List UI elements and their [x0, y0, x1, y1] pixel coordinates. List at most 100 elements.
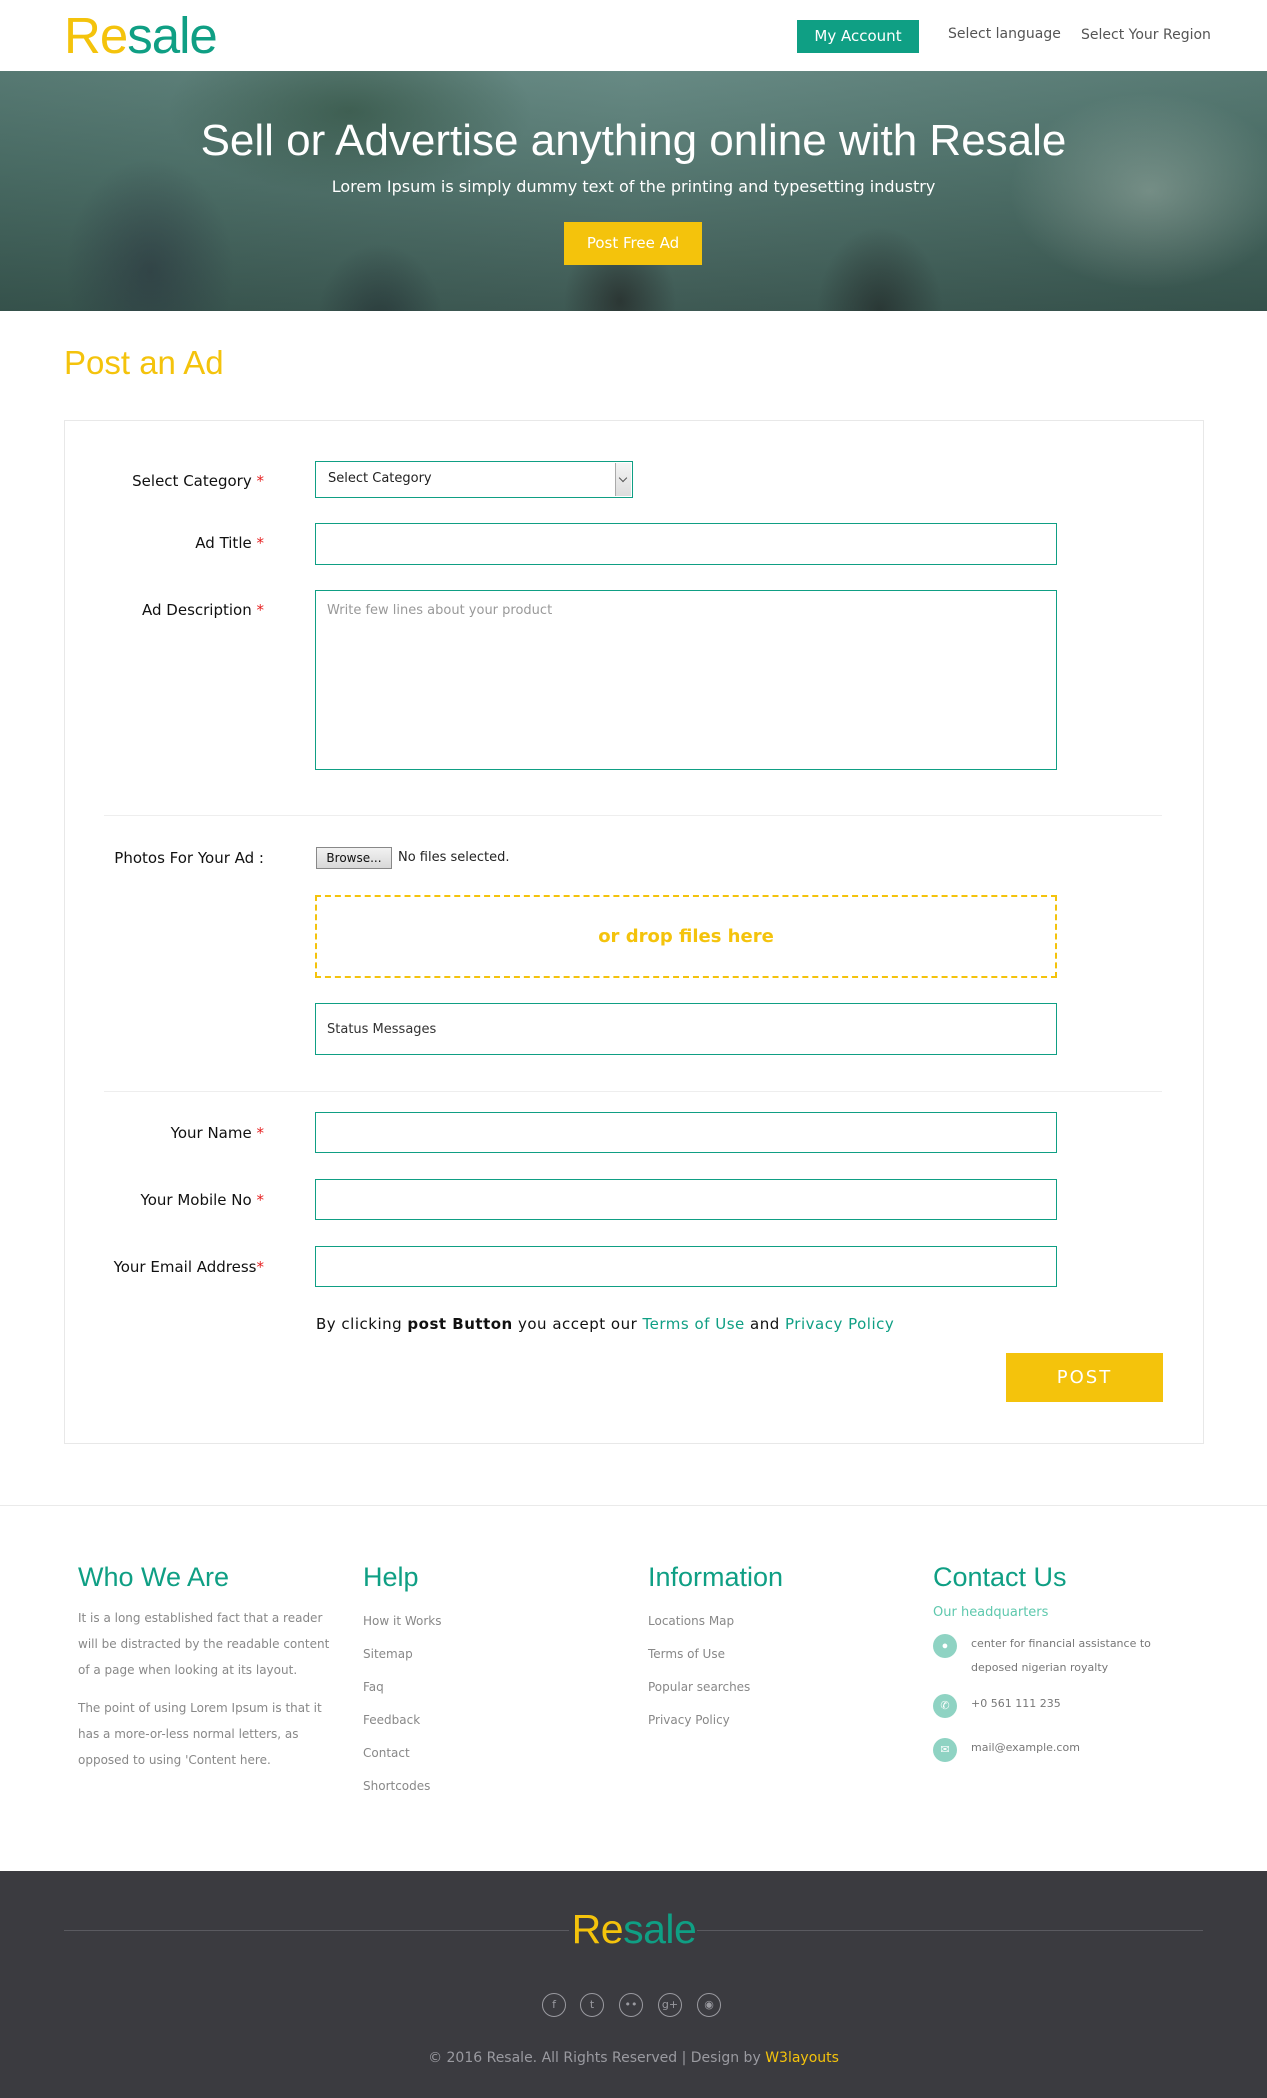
terms-middle: you accept our — [512, 1315, 643, 1333]
mail-icon: ✉ — [933, 1738, 957, 1762]
copyright-text: © 2016 Resale. All Rights Reserved | Des… — [0, 2050, 1267, 2066]
info-link-locations-map[interactable]: Locations Map — [648, 1605, 783, 1638]
footer-line — [697, 1930, 1203, 1931]
information-title: Information — [648, 1562, 784, 1592]
ad-description-label: Ad Description * — [142, 601, 264, 619]
hero-banner: Sell or Advertise anything online with R… — [0, 71, 1267, 311]
help-link-feedback[interactable]: Feedback — [363, 1704, 442, 1737]
your-name-label-text: Your Name — [170, 1124, 252, 1142]
social-links: f t •• g+ ◉ — [542, 1993, 732, 2019]
help-link-how-it-works[interactable]: How it Works — [363, 1605, 442, 1638]
my-account-button[interactable]: My Account — [797, 20, 919, 53]
footer-bottom: Resale f t •• g+ ◉ © 2016 Resale. All Ri… — [0, 1871, 1267, 2098]
terms-text: By clicking post Button you accept our T… — [316, 1315, 894, 1333]
required-mark: * — [256, 534, 265, 552]
mobile-label: Your Mobile No * — [141, 1191, 264, 1209]
ad-title-input[interactable] — [315, 523, 1057, 565]
banner-title: Sell or Advertise anything online with R… — [200, 116, 1067, 165]
your-name-input[interactable] — [315, 1112, 1057, 1153]
ad-title-label-text: Ad Title — [195, 534, 252, 552]
facebook-icon[interactable]: f — [542, 1993, 566, 2017]
email-text[interactable]: mail@example.com — [971, 1736, 1171, 1760]
file-dropzone[interactable]: or drop files here — [315, 895, 1057, 978]
required-mark: * — [256, 472, 265, 490]
terms-bold: post Button — [407, 1315, 513, 1333]
status-messages-box: Status Messages — [315, 1003, 1057, 1055]
select-language-link[interactable]: Select language — [948, 26, 1061, 42]
info-link-popular-searches[interactable]: Popular searches — [648, 1671, 783, 1704]
select-region-link[interactable]: Select Your Region — [1081, 27, 1211, 43]
form-divider — [104, 815, 1162, 816]
ad-description-label-text: Ad Description — [142, 601, 252, 619]
contact-phone: ✆ +0 561 111 235 — [933, 1692, 1067, 1736]
w3layouts-link[interactable]: W3layouts — [765, 2050, 839, 2066]
info-link-privacy-policy[interactable]: Privacy Policy — [648, 1704, 783, 1737]
category-select[interactable]: Select Category — [315, 461, 633, 498]
footer-logo-re: Re — [571, 1906, 624, 1952]
help-link-contact[interactable]: Contact — [363, 1737, 442, 1770]
address-text: center for financial assistance to depos… — [971, 1637, 1151, 1674]
footer-help: Help How it Works Sitemap Faq Feedback C… — [363, 1562, 442, 1803]
ad-title-label: Ad Title * — [195, 534, 264, 552]
ad-description-textarea[interactable]: Write few lines about your product — [315, 590, 1057, 770]
contact-title: Contact Us — [933, 1562, 1067, 1592]
description-placeholder: Write few lines about your product — [327, 603, 553, 618]
help-link-shortcodes[interactable]: Shortcodes — [363, 1770, 442, 1803]
info-link-terms-of-use[interactable]: Terms of Use — [648, 1638, 783, 1671]
footer-information: Information Locations Map Terms of Use P… — [648, 1562, 783, 1737]
terms-of-use-link[interactable]: Terms of Use — [643, 1315, 745, 1333]
twitter-icon[interactable]: t — [580, 1993, 604, 2017]
browse-button[interactable]: Browse... — [316, 847, 392, 869]
mobile-label-text: Your Mobile No — [140, 1191, 252, 1209]
footer-logo[interactable]: Resale — [571, 1905, 697, 1953]
form-divider — [104, 1091, 1162, 1092]
post-free-ad-button[interactable]: Post Free Ad — [564, 222, 702, 265]
headquarters-label: Our headquarters — [933, 1605, 1049, 1620]
help-title: Help — [363, 1562, 419, 1592]
googleplus-icon[interactable]: g+ — [658, 1993, 682, 2017]
terms-and: and — [744, 1315, 786, 1333]
site-header: Resale My Account Select language Select… — [0, 0, 1267, 71]
who-we-are-title: Who We Are — [78, 1562, 230, 1592]
flickr-icon[interactable]: •• — [619, 1993, 643, 2017]
footer-logo-sale: sale — [623, 1906, 697, 1952]
your-name-label: Your Name * — [171, 1124, 264, 1142]
dribbble-icon[interactable]: ◉ — [697, 1993, 721, 2017]
footer-contact: Contact Us Our headquarters ● center for… — [933, 1562, 1151, 1780]
who-we-are-paragraph: It is a long established fact that a rea… — [78, 1611, 330, 1677]
no-files-text: No files selected. — [398, 850, 510, 865]
email-input[interactable] — [315, 1246, 1057, 1287]
category-label-text: Select Category — [132, 472, 252, 490]
terms-prefix: By clicking — [316, 1315, 408, 1333]
phone-text: +0 561 111 235 — [971, 1697, 1061, 1710]
footer-divider — [0, 1505, 1267, 1506]
required-mark: * — [256, 601, 265, 619]
phone-icon: ✆ — [933, 1694, 957, 1718]
privacy-policy-link[interactable]: Privacy Policy — [785, 1315, 894, 1333]
status-messages-text: Status Messages — [327, 1022, 437, 1037]
banner-subtitle: Lorem Ipsum is simply dummy text of the … — [331, 177, 936, 196]
chevron-down-icon[interactable] — [615, 463, 631, 496]
photos-label: Photos For Your Ad : — [114, 849, 264, 867]
required-mark: * — [256, 1191, 265, 1209]
footer-who-we-are: Who We Are It is a long established fact… — [78, 1562, 333, 1785]
map-pin-icon: ● — [933, 1634, 957, 1658]
email-label-text: Your Email Address — [113, 1258, 257, 1276]
logo-sale: sale — [127, 7, 218, 64]
contact-email: ✉ mail@example.com — [933, 1736, 1080, 1780]
copyright-label: © 2016 Resale. All Rights Reserved | Des… — [428, 2050, 766, 2066]
logo-re: Re — [64, 7, 128, 64]
category-select-value: Select Category — [328, 471, 432, 486]
post-button[interactable]: POST — [1006, 1353, 1163, 1402]
required-mark: * — [256, 1124, 265, 1142]
help-link-faq[interactable]: Faq — [363, 1671, 442, 1704]
dropzone-text: or drop files here — [598, 926, 774, 947]
page-title: Post an Ad — [64, 344, 224, 381]
category-label: Select Category * — [132, 472, 264, 490]
who-we-are-paragraph: The point of using Lorem Ipsum is that i… — [78, 1701, 322, 1767]
contact-address: ● center for financial assistance to dep… — [933, 1632, 1151, 1692]
mobile-input[interactable] — [315, 1179, 1057, 1220]
help-link-sitemap[interactable]: Sitemap — [363, 1638, 442, 1671]
site-logo[interactable]: Resale — [64, 6, 218, 66]
required-mark: * — [256, 1258, 265, 1276]
